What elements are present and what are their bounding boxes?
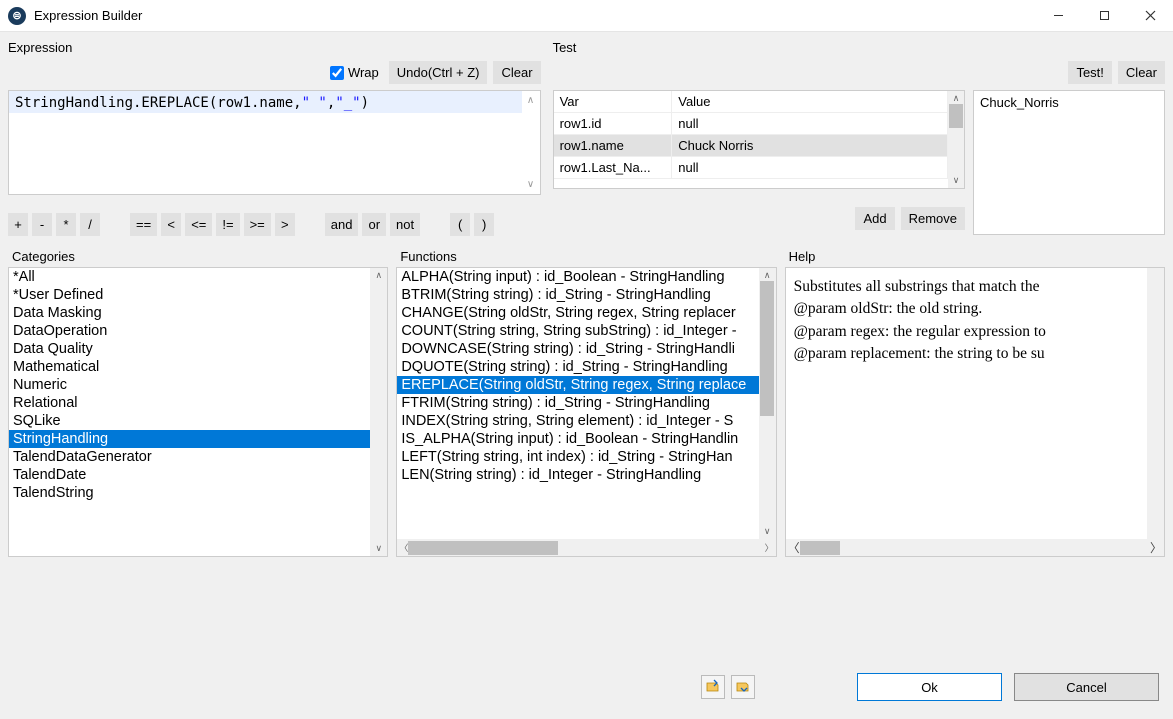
list-item[interactable]: TalendDate	[9, 466, 370, 484]
functions-vscroll[interactable]: ∧∨	[759, 268, 776, 539]
functions-list[interactable]: ALPHA(String input) : id_Boolean - Strin…	[396, 267, 776, 557]
minimize-button[interactable]	[1035, 0, 1081, 32]
list-item[interactable]: TalendString	[9, 484, 370, 502]
table-row[interactable]: row1.idnull	[554, 113, 948, 135]
cancel-button[interactable]: Cancel	[1014, 673, 1159, 701]
undo-button[interactable]: Undo(Ctrl + Z)	[389, 61, 488, 84]
clear-test-button[interactable]: Clear	[1118, 61, 1165, 84]
maximize-button[interactable]	[1081, 0, 1127, 32]
op-eq[interactable]: ==	[130, 213, 157, 236]
list-item[interactable]: *All	[9, 268, 370, 286]
list-item[interactable]: EREPLACE(String oldStr, String regex, St…	[397, 376, 758, 394]
expression-label: Expression	[8, 40, 541, 55]
categories-list[interactable]: *All*User DefinedData MaskingDataOperati…	[8, 267, 388, 557]
titlebar: ⊜ Expression Builder	[0, 0, 1173, 32]
list-item[interactable]: FTRIM(String string) : id_String - Strin…	[397, 394, 758, 412]
help-line: @param replacement: the string to be su	[794, 343, 1156, 365]
clear-expression-button[interactable]: Clear	[493, 61, 540, 84]
list-item[interactable]: IS_ALPHA(String input) : id_Boolean - St…	[397, 430, 758, 448]
list-item[interactable]: *User Defined	[9, 286, 370, 304]
list-item[interactable]: SQLike	[9, 412, 370, 430]
op-rparen[interactable]: )	[474, 213, 494, 236]
close-button[interactable]	[1127, 0, 1173, 32]
functions-label: Functions	[396, 246, 776, 267]
list-item[interactable]: COUNT(String string, String subString) :…	[397, 322, 758, 340]
list-item[interactable]: LEFT(String string, int index) : id_Stri…	[397, 448, 758, 466]
help-hscroll[interactable]: 〈〉	[786, 539, 1164, 556]
list-item[interactable]: Data Masking	[9, 304, 370, 322]
window-title: Expression Builder	[34, 8, 142, 23]
cell-value[interactable]: null	[672, 113, 948, 135]
list-item[interactable]: Relational	[9, 394, 370, 412]
help-line: @param regex: the regular expression to	[794, 321, 1156, 343]
table-row[interactable]: row1.nameChuck Norris	[554, 135, 948, 157]
list-item[interactable]: LEN(String string) : id_Integer - String…	[397, 466, 758, 484]
test-label: Test	[553, 40, 1165, 55]
operator-row: + - * / == < <= != >= > and or not ( )	[8, 213, 541, 236]
table-header-row: Var Value	[554, 91, 948, 113]
categories-vscroll[interactable]: ∧∨	[370, 268, 387, 556]
import-icon[interactable]	[701, 675, 725, 699]
cell-var[interactable]: row1.name	[554, 135, 672, 157]
wrap-label: Wrap	[348, 65, 379, 80]
op-neq[interactable]: !=	[216, 213, 239, 236]
list-item[interactable]: DOWNCASE(String string) : id_String - St…	[397, 340, 758, 358]
app-icon: ⊜	[8, 7, 26, 25]
list-item[interactable]: CHANGE(String oldStr, String regex, Stri…	[397, 304, 758, 322]
wrap-checkbox-input[interactable]	[330, 66, 344, 80]
help-label: Help	[785, 246, 1165, 267]
op-gte[interactable]: >=	[244, 213, 271, 236]
test-button[interactable]: Test!	[1068, 61, 1111, 84]
help-line: @param oldStr: the old string.	[794, 298, 1156, 320]
list-item[interactable]: BTRIM(String string) : id_String - Strin…	[397, 286, 758, 304]
expression-code[interactable]: StringHandling.EREPLACE(row1.name," ","_…	[9, 91, 522, 113]
op-lte[interactable]: <=	[185, 213, 212, 236]
list-item[interactable]: Data Quality	[9, 340, 370, 358]
list-item[interactable]: Numeric	[9, 376, 370, 394]
op-lt[interactable]: <	[161, 213, 181, 236]
list-item[interactable]: Mathematical	[9, 358, 370, 376]
test-variables-table[interactable]: Var Value row1.idnullrow1.nameChuck Norr…	[553, 90, 965, 189]
ok-button[interactable]: Ok	[857, 673, 1002, 701]
categories-label: Categories	[8, 246, 388, 267]
op-minus[interactable]: -	[32, 213, 52, 236]
list-item[interactable]: TalendDataGenerator	[9, 448, 370, 466]
test-result-box: Chuck_Norris	[973, 90, 1165, 235]
functions-hscroll[interactable]: 〈〉	[397, 539, 775, 556]
window-controls	[1035, 0, 1173, 32]
help-box: Substitutes all substrings that match th…	[785, 267, 1165, 557]
export-icon[interactable]	[731, 675, 755, 699]
col-value: Value	[672, 91, 948, 113]
wrap-checkbox[interactable]: Wrap	[330, 65, 379, 80]
help-line: Substitutes all substrings that match th…	[794, 276, 1156, 298]
test-table-vscroll[interactable]: ∧∨	[948, 91, 964, 188]
help-vscroll[interactable]	[1147, 268, 1164, 539]
list-item[interactable]: DQUOTE(String string) : id_String - Stri…	[397, 358, 758, 376]
footer: Ok Cancel	[701, 673, 1159, 701]
expression-editor[interactable]: StringHandling.EREPLACE(row1.name," ","_…	[8, 90, 541, 195]
op-slash[interactable]: /	[80, 213, 100, 236]
col-var: Var	[554, 91, 672, 113]
op-plus[interactable]: +	[8, 213, 28, 236]
table-row[interactable]: row1.Last_Na...null	[554, 157, 948, 179]
op-not[interactable]: not	[390, 213, 420, 236]
op-gt[interactable]: >	[275, 213, 295, 236]
list-item[interactable]: DataOperation	[9, 322, 370, 340]
remove-button[interactable]: Remove	[901, 207, 965, 230]
cell-var[interactable]: row1.id	[554, 113, 672, 135]
expression-vscroll[interactable]: ∧∨	[522, 91, 540, 194]
list-item[interactable]: INDEX(String string, String element) : i…	[397, 412, 758, 430]
op-lparen[interactable]: (	[450, 213, 470, 236]
cell-value[interactable]: Chuck Norris	[672, 135, 948, 157]
cell-var[interactable]: row1.Last_Na...	[554, 157, 672, 179]
op-star[interactable]: *	[56, 213, 76, 236]
list-item[interactable]: ALPHA(String input) : id_Boolean - Strin…	[397, 268, 758, 286]
cell-value[interactable]: null	[672, 157, 948, 179]
op-or[interactable]: or	[362, 213, 386, 236]
add-button[interactable]: Add	[855, 207, 894, 230]
op-and[interactable]: and	[325, 213, 359, 236]
list-item[interactable]: StringHandling	[9, 430, 370, 448]
